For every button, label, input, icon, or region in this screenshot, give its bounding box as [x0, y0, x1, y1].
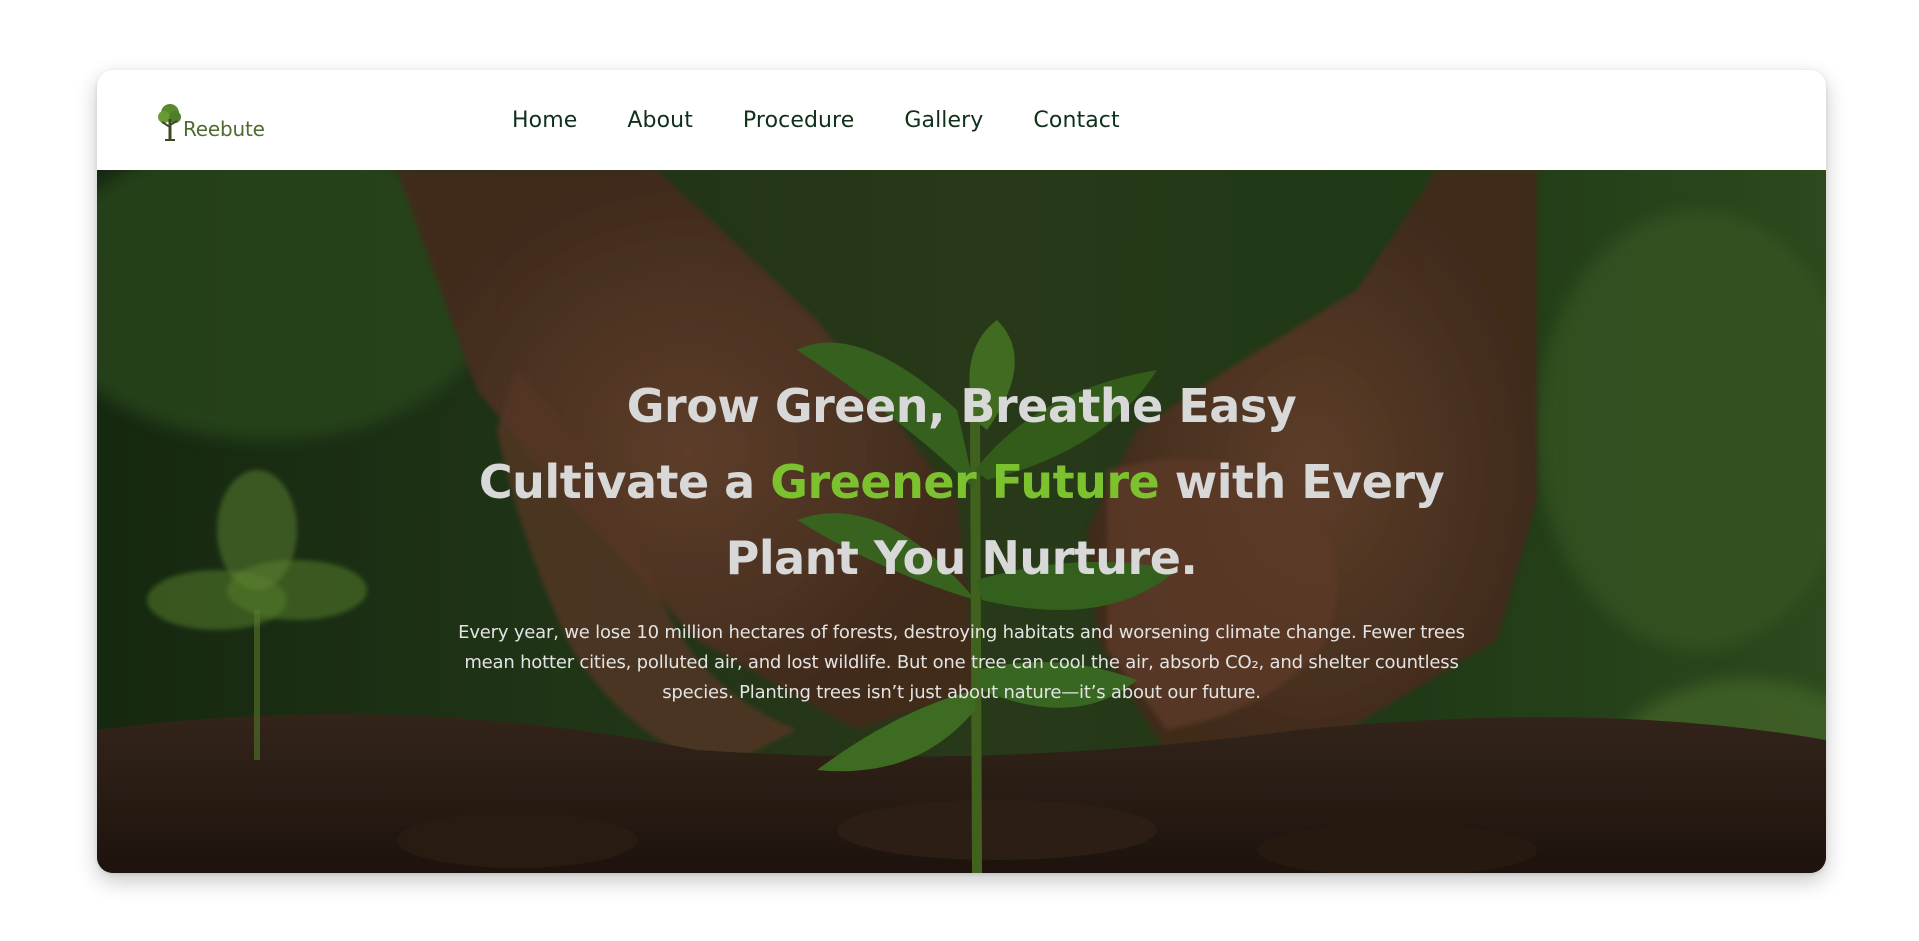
nav-link-about[interactable]: About	[627, 108, 693, 133]
headline-line1: Grow Green, Breathe Easy	[626, 379, 1297, 433]
nav-link-gallery[interactable]: Gallery	[904, 108, 983, 133]
brand-logo[interactable]: Reebute	[154, 97, 265, 143]
hero-content: Grow Green, Breathe Easy Cultivate a Gre…	[97, 368, 1826, 708]
brand-name: Reebute	[183, 117, 265, 141]
tree-icon	[158, 104, 181, 141]
nav-link-home[interactable]: Home	[512, 108, 577, 133]
main-nav: Home About Procedure Gallery Contact	[512, 70, 1170, 170]
page-card: Reebute Home About Procedure Gallery Con…	[97, 70, 1826, 873]
headline-pre: Cultivate a	[478, 455, 755, 509]
nav-link-procedure[interactable]: Procedure	[743, 108, 854, 133]
hero-section: Grow Green, Breathe Easy Cultivate a Gre…	[97, 170, 1826, 873]
hero-description: Every year, we lose 10 million hectares …	[458, 622, 1465, 703]
headline-accent: Greener Future	[770, 455, 1160, 509]
nav-link-contact[interactable]: Contact	[1033, 108, 1119, 133]
navbar: Reebute Home About Procedure Gallery Con…	[97, 70, 1826, 170]
hero-headline: Grow Green, Breathe Easy Cultivate a Gre…	[462, 368, 1462, 596]
